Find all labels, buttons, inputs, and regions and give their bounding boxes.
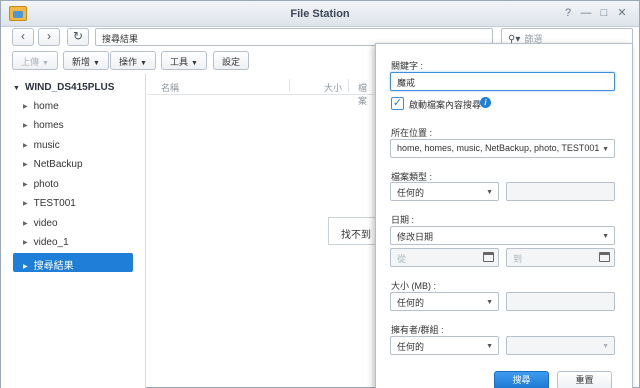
fulltext-checkbox[interactable]: ✓	[391, 97, 404, 110]
sidebar-item-label: homes	[33, 120, 64, 131]
sidebar-item-search-results[interactable]: ▶ 搜尋結果	[13, 253, 133, 272]
chevron-down-icon: ▼	[93, 60, 100, 67]
help-icon[interactable]: ?	[561, 6, 575, 20]
sidebar-item-video[interactable]: ▶ video	[13, 214, 133, 233]
column-name[interactable]: 名稱	[161, 81, 179, 94]
keyword-label: 關鍵字 :	[391, 61, 424, 71]
column-filetype[interactable]: 檔案	[358, 81, 375, 107]
collapsed-icon: ▶	[23, 123, 28, 129]
upload-label: 上傳	[21, 57, 40, 67]
size-select[interactable]: 任何的 ▼	[390, 292, 499, 311]
size-value-field[interactable]	[506, 292, 615, 311]
chevron-down-icon: ▼	[486, 299, 493, 306]
column-size[interactable]: 大小	[324, 81, 342, 94]
date-to-placeholder: 到	[513, 254, 523, 264]
calendar-icon[interactable]	[599, 252, 610, 262]
collapsed-icon: ▶	[23, 201, 28, 207]
date-type-value: 修改日期	[397, 232, 434, 242]
owner-value: 任何的	[397, 342, 425, 352]
chevron-down-icon: ▼	[602, 343, 609, 350]
title-bar: File Station ? — □ ✕	[1, 1, 639, 27]
column-divider	[348, 79, 349, 92]
sidebar-item-label: video_1	[33, 237, 69, 248]
create-button[interactable]: 新增 ▼	[63, 51, 109, 70]
location-label: 所在位置 :	[391, 128, 433, 138]
chevron-down-icon: ▼	[42, 60, 49, 67]
back-button[interactable]: ‹	[12, 28, 34, 46]
file-station-window: File Station ? — □ ✕ ‹ › ↻ 搜尋結果 ⚲▾ 篩選 上傳 ▼…	[0, 0, 640, 388]
sidebar-item-label: video	[33, 218, 58, 229]
action-button[interactable]: 操作 ▼	[110, 51, 156, 70]
maximize-icon[interactable]: □	[597, 6, 611, 20]
owner-name-select[interactable]: ▼	[506, 336, 615, 355]
filetype-value: 任何的	[397, 188, 425, 198]
keyword-input[interactable]: 魔戒	[390, 72, 615, 91]
sidebar-item-photo[interactable]: ▶ photo	[13, 175, 133, 194]
chevron-down-icon: ▼	[486, 189, 493, 196]
collapsed-icon: ▶	[23, 143, 28, 149]
expand-icon: ▼	[13, 85, 20, 92]
sidebar: ▼ WIND_DS415PLUS ▶ home ▶ homes ▶ music ▶ Net…	[1, 74, 146, 388]
sidebar-root[interactable]: ▼ WIND_DS415PLUS	[13, 82, 114, 93]
refresh-button[interactable]: ↻	[67, 28, 89, 46]
collapsed-icon: ▶	[23, 162, 28, 168]
sidebar-item-video-1[interactable]: ▶ video_1	[13, 233, 133, 252]
sidebar-item-label: TEST001	[33, 198, 76, 209]
chevron-down-icon: ▼	[140, 60, 147, 67]
forward-button[interactable]: ›	[38, 28, 60, 46]
date-to-field[interactable]: 到	[506, 248, 615, 267]
close-icon[interactable]: ✕	[615, 6, 629, 20]
settings-button[interactable]: 設定	[213, 51, 250, 70]
sidebar-item-test001[interactable]: ▶ TEST001	[13, 194, 133, 213]
date-label: 日期 :	[391, 215, 415, 225]
upload-button[interactable]: 上傳 ▼	[12, 51, 58, 70]
calendar-icon[interactable]	[483, 252, 494, 262]
reset-button[interactable]: 重置	[557, 371, 612, 388]
chevron-down-icon: ▼	[602, 146, 609, 153]
window-title: File Station	[290, 8, 350, 20]
advanced-search-panel: 關鍵字 : 魔戒 ✓ 啟動檔案內容搜尋 i 所在位置 : home, homes…	[375, 43, 633, 388]
location-select[interactable]: home, homes, music, NetBackup, photo, TE…	[390, 139, 615, 158]
create-label: 新增	[72, 57, 91, 67]
action-label: 操作	[119, 57, 138, 67]
collapsed-icon: ▶	[23, 104, 28, 110]
collapsed-icon: ▶	[23, 240, 28, 246]
chevron-down-icon: ▼	[486, 343, 493, 350]
sidebar-item-home[interactable]: ▶ home	[13, 97, 133, 116]
collapsed-icon: ▶	[23, 182, 28, 188]
owner-label: 擁有者/群組 :	[391, 325, 444, 335]
chevron-down-icon: ▼	[191, 60, 198, 67]
minimize-icon[interactable]: —	[579, 6, 593, 20]
tools-label: 工具	[170, 57, 189, 67]
collapsed-icon: ▶	[23, 221, 28, 227]
size-value: 任何的	[397, 298, 425, 308]
sidebar-item-netbackup[interactable]: ▶ NetBackup	[13, 155, 133, 174]
fulltext-label: 啟動檔案內容搜尋	[409, 100, 482, 110]
owner-select[interactable]: 任何的 ▼	[390, 336, 499, 355]
sidebar-item-label: home	[33, 101, 59, 112]
sidebar-item-label: NetBackup	[33, 159, 83, 170]
date-type-select[interactable]: 修改日期 ▼	[390, 226, 615, 245]
date-from-placeholder: 從	[397, 254, 407, 264]
column-divider	[289, 79, 290, 92]
collapsed-icon: ▶	[23, 264, 28, 270]
date-from-field[interactable]: 從	[390, 248, 499, 267]
chevron-down-icon: ▼	[602, 233, 609, 240]
filetype-select[interactable]: 任何的 ▼	[390, 182, 499, 201]
sidebar-item-label: 搜尋結果	[33, 261, 74, 272]
tools-button[interactable]: 工具 ▼	[161, 51, 207, 70]
sidebar-item-music[interactable]: ▶ music	[13, 136, 133, 155]
sidebar-item-label: photo	[33, 179, 59, 190]
sidebar-item-label: music	[33, 140, 60, 151]
search-button[interactable]: 搜尋	[494, 371, 549, 388]
filetype-extension-field[interactable]	[506, 182, 615, 201]
size-label: 大小 (MB) :	[391, 281, 436, 291]
sidebar-item-homes[interactable]: ▶ homes	[13, 116, 133, 135]
location-value: home, homes, music, NetBackup, photo, TE…	[397, 143, 600, 153]
sidebar-root-label: WIND_DS415PLUS	[24, 82, 115, 93]
info-icon[interactable]: i	[480, 97, 491, 108]
list-header: 名稱 大小 檔案	[147, 76, 375, 106]
